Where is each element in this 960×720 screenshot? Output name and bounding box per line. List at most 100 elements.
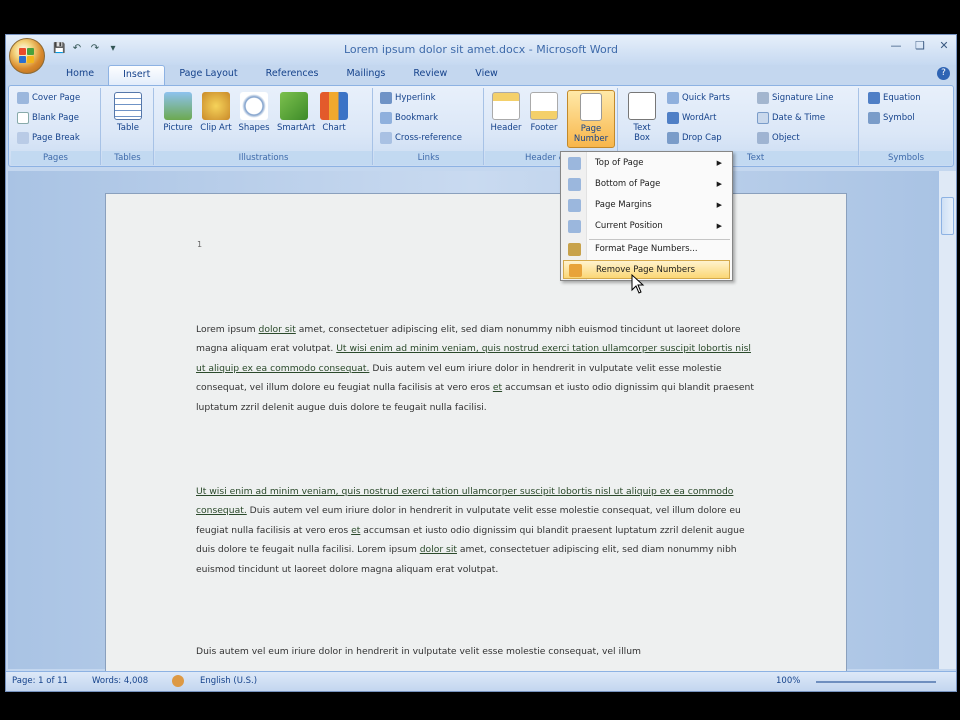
group-label-pages: Pages xyxy=(11,151,100,165)
symbol-button[interactable]: Symbol xyxy=(868,112,915,124)
group-label-illustrations: Illustrations xyxy=(155,151,372,165)
menu-item-label: Top of Page xyxy=(595,158,644,168)
menu-item-page-margins[interactable]: Page Margins ▶ xyxy=(563,196,730,215)
clip-art-button[interactable]: Clip Art xyxy=(199,90,233,133)
group-label-symbols: Symbols xyxy=(860,151,952,165)
text-box-label: Text Box xyxy=(633,123,651,143)
footer-button[interactable]: Footer xyxy=(527,90,561,133)
picture-label: Picture xyxy=(163,123,193,133)
tab-review[interactable]: Review xyxy=(399,65,461,85)
document-page[interactable]: 1 Lorem ipsum dolor sit amet, consectetu… xyxy=(105,193,847,691)
help-icon[interactable]: ? xyxy=(937,67,950,80)
date-time-label: Date & Time xyxy=(772,113,826,123)
tab-home[interactable]: Home xyxy=(52,65,108,85)
zoom-slider[interactable] xyxy=(816,681,936,683)
text-run-underlined: dolor sit xyxy=(258,324,296,335)
object-label: Object xyxy=(772,133,800,143)
close-icon[interactable]: ✕ xyxy=(936,39,952,53)
cover-page-label: Cover Page xyxy=(32,93,81,103)
page-number-icon xyxy=(580,93,602,121)
signature-line-icon xyxy=(757,92,769,104)
current-position-icon xyxy=(568,220,581,233)
page-break-icon xyxy=(17,132,29,144)
tab-page-layout[interactable]: Page Layout xyxy=(165,65,251,85)
paragraph-1[interactable]: Lorem ipsum dolor sit amet, consectetuer… xyxy=(196,320,762,417)
cross-reference-button[interactable]: Cross-reference xyxy=(380,132,462,144)
hyperlink-label: Hyperlink xyxy=(395,93,436,103)
footer-label: Footer xyxy=(530,123,558,133)
page-break-button[interactable]: Page Break xyxy=(17,132,80,144)
mouse-cursor-icon xyxy=(631,274,645,294)
group-label-links: Links xyxy=(374,151,483,165)
object-icon xyxy=(757,132,769,144)
paragraph-2[interactable]: Ut wisi enim ad minim veniam, quis nostr… xyxy=(196,482,762,579)
date-time-button[interactable]: Date & Time xyxy=(757,112,825,124)
object-button[interactable]: Object xyxy=(757,132,800,144)
text-box-icon xyxy=(628,92,656,120)
group-links: Hyperlink Bookmark Cross-reference Links xyxy=(374,88,484,165)
tab-insert[interactable]: Insert xyxy=(108,65,166,85)
tab-mailings[interactable]: Mailings xyxy=(332,65,399,85)
quick-parts-button[interactable]: Quick Parts xyxy=(667,92,730,104)
header-icon xyxy=(492,92,520,120)
page-margins-icon xyxy=(568,199,581,212)
page-count-status[interactable]: Page: 1 of 11 xyxy=(12,676,68,686)
document-area[interactable]: 1 Lorem ipsum dolor sit amet, consectetu… xyxy=(8,171,938,691)
smartart-label: SmartArt xyxy=(277,123,316,133)
menu-item-bottom-of-page[interactable]: Bottom of Page ▶ xyxy=(563,175,730,194)
clip-art-label: Clip Art xyxy=(200,123,232,133)
cover-page-icon xyxy=(17,92,29,104)
blank-page-button[interactable]: Blank Page xyxy=(17,112,79,124)
menu-item-current-position[interactable]: Current Position ▶ xyxy=(563,217,730,236)
zoom-level[interactable]: 100% xyxy=(776,676,800,686)
office-button[interactable] xyxy=(9,38,45,74)
menu-item-top-of-page[interactable]: Top of Page ▶ xyxy=(563,154,730,173)
smartart-icon xyxy=(280,92,308,120)
proofing-icon[interactable] xyxy=(172,675,184,687)
window-title: Lorem ipsum dolor sit amet.docx - Micros… xyxy=(343,43,619,56)
picture-button[interactable]: Picture xyxy=(161,90,195,133)
equation-icon xyxy=(868,92,880,104)
bookmark-button[interactable]: Bookmark xyxy=(380,112,438,124)
menu-item-format-page-numbers[interactable]: Format Page Numbers... xyxy=(563,240,730,259)
page-number-button[interactable]: Page Number xyxy=(567,90,615,148)
picture-icon xyxy=(164,92,192,120)
hyperlink-button[interactable]: Hyperlink xyxy=(380,92,436,104)
maximize-icon[interactable]: ❑ xyxy=(912,39,928,53)
text-box-button[interactable]: Text Box xyxy=(625,90,659,143)
cover-page-button[interactable]: Cover Page xyxy=(17,92,80,104)
language-status[interactable]: English (U.S.) xyxy=(200,676,257,686)
hyperlink-icon xyxy=(380,92,392,104)
group-illustrations: Picture Clip Art Shapes SmartArt Chart I… xyxy=(155,88,373,165)
table-label: Table xyxy=(117,123,139,133)
vertical-scrollbar[interactable] xyxy=(938,171,956,669)
header-button[interactable]: Header xyxy=(489,90,523,133)
table-button[interactable]: Table xyxy=(111,90,145,133)
bottom-of-page-icon xyxy=(568,178,581,191)
drop-cap-button[interactable]: Drop Cap xyxy=(667,132,722,144)
chart-button[interactable]: Chart xyxy=(317,90,351,133)
group-pages: Cover Page Blank Page Page Break Pages xyxy=(11,88,101,165)
minimize-icon[interactable]: — xyxy=(888,39,904,53)
signature-line-label: Signature Line xyxy=(772,93,834,103)
signature-line-button[interactable]: Signature Line xyxy=(757,92,833,104)
word-count-status[interactable]: Words: 4,008 xyxy=(92,676,148,686)
drop-cap-label: Drop Cap xyxy=(682,133,722,143)
text-run-underlined: dolor sit xyxy=(419,544,457,556)
shapes-button[interactable]: Shapes xyxy=(237,90,271,133)
smartart-button[interactable]: SmartArt xyxy=(277,90,315,133)
status-bar: Page: 1 of 11 Words: 4,008 English (U.S.… xyxy=(6,671,956,691)
symbol-label: Symbol xyxy=(883,113,915,123)
table-icon xyxy=(114,92,142,120)
tab-view[interactable]: View xyxy=(461,65,512,85)
group-tables: Table Tables xyxy=(102,88,154,165)
paragraph-3[interactable]: Duis autem vel eum iriure dolor in hendr… xyxy=(196,642,762,661)
equation-button[interactable]: Equation xyxy=(868,92,921,104)
scrollbar-thumb[interactable] xyxy=(941,197,954,235)
wordart-button[interactable]: WordArt xyxy=(667,112,717,124)
tab-references[interactable]: References xyxy=(252,65,333,85)
top-of-page-icon xyxy=(568,157,581,170)
submenu-arrow-icon: ▶ xyxy=(716,159,722,167)
text-run: Lorem ipsum xyxy=(196,324,259,335)
window-controls: — ❑ ✕ xyxy=(888,39,952,53)
